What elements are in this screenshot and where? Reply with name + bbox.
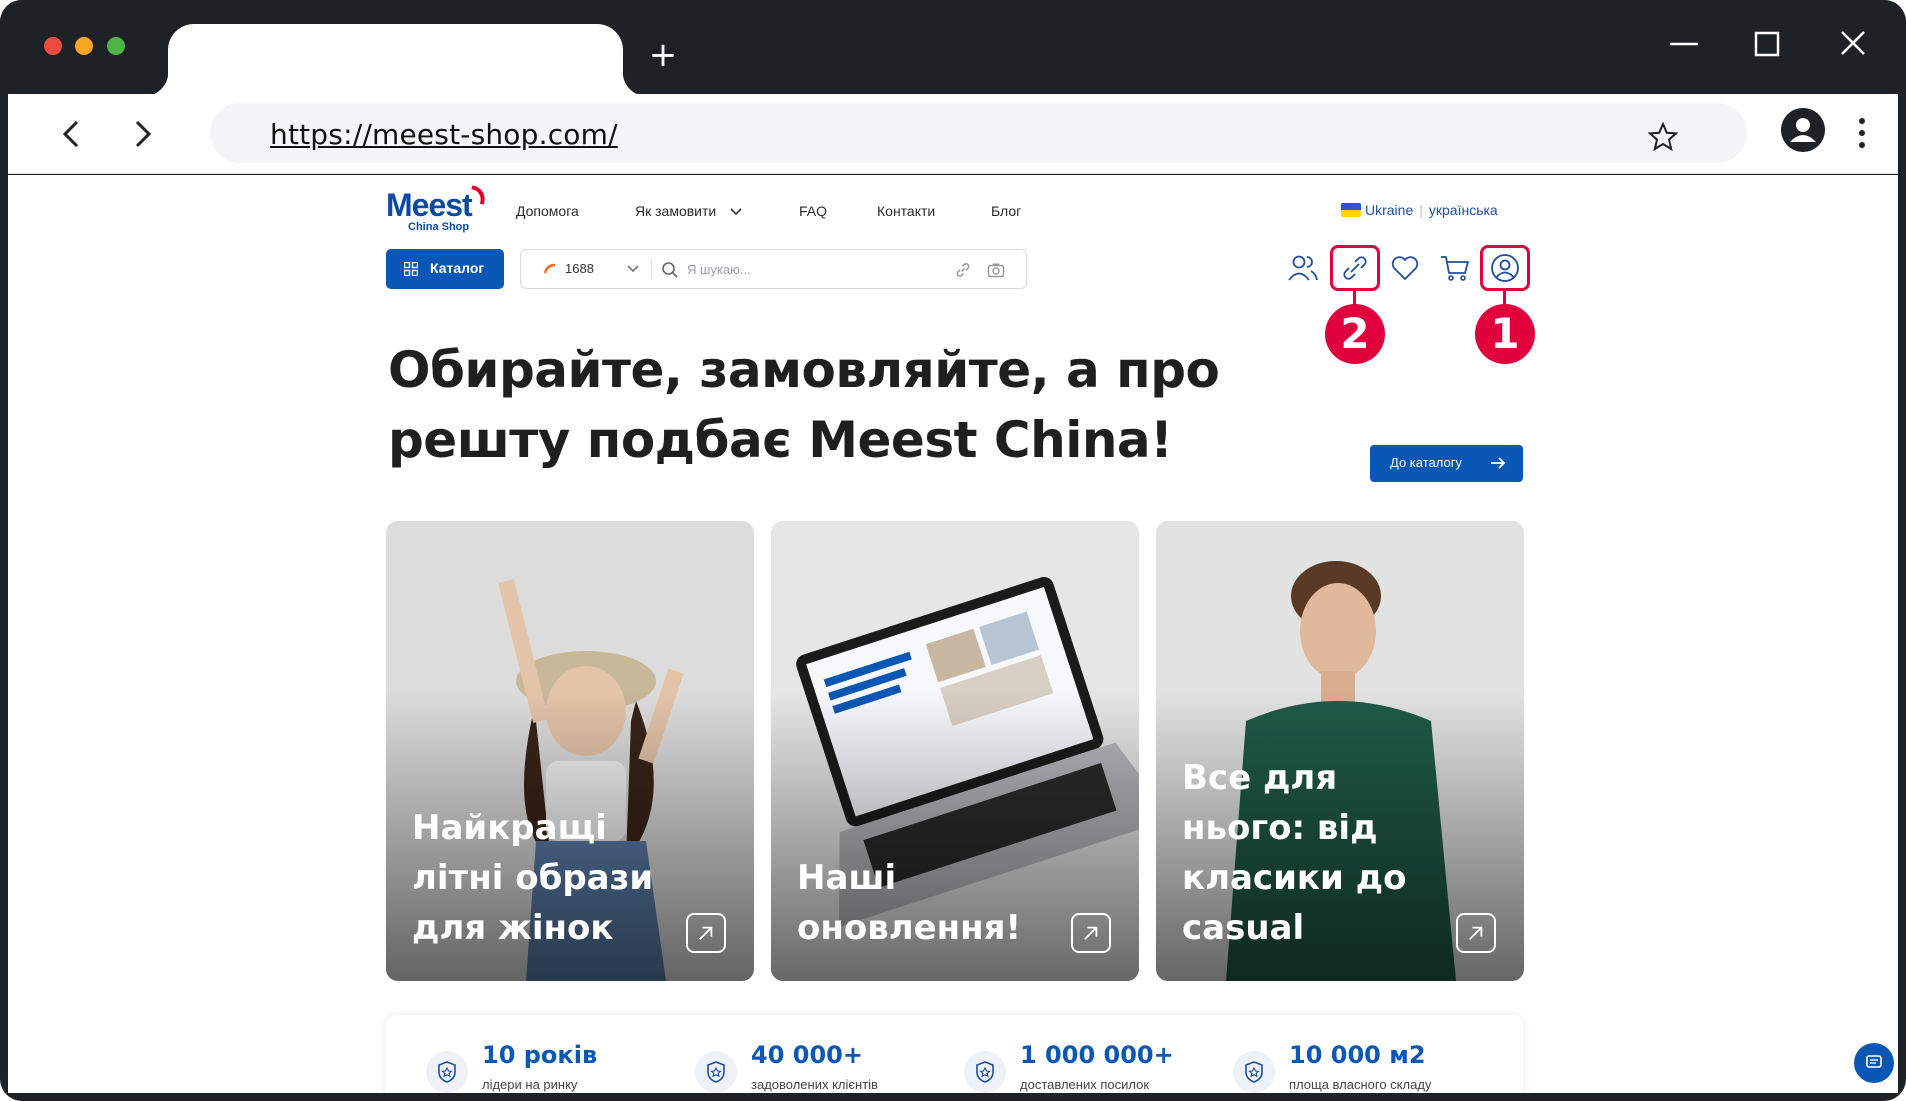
new-tab-button[interactable]: + [648, 38, 678, 72]
stat-label: доставлених посилок [1020, 1077, 1150, 1092]
stats-bar: 10 років лідери на ринку 40 000+ задовол… [386, 1015, 1523, 1093]
stat-parcels: 1 000 000+ доставлених посилок [964, 1041, 1224, 1093]
annotation-badge-1: 1 [1475, 304, 1535, 364]
maximize-window-dot[interactable] [107, 37, 125, 55]
arrow-right-icon [1491, 457, 1506, 469]
stat-clients: 40 000+ задоволених клієнтів [695, 1041, 955, 1093]
card-title: Все для нього: від класики до casual [1182, 758, 1407, 948]
chevron-down-icon[interactable] [627, 265, 639, 273]
nav-how-to-order[interactable]: Як замовити [635, 203, 716, 219]
maximize-icon[interactable] [1746, 26, 1786, 62]
to-catalog-label: До каталогу [1390, 455, 1462, 470]
nav-help[interactable]: Допомога [516, 203, 579, 219]
promo-card-updates[interactable]: Наші оновлення! [771, 521, 1139, 981]
logo-subtitle: China Shop [408, 221, 470, 233]
promo-card-women[interactable]: Найкращі літні образи для жінок [386, 521, 754, 981]
shield-icon [1233, 1051, 1275, 1093]
lang-language: українська [1428, 202, 1498, 218]
language-selector[interactable]: Ukraine | українська [1341, 202, 1498, 218]
stat-value: 1 000 000+ [1020, 1041, 1174, 1069]
stat-label: задоволених клієнтів [751, 1077, 878, 1092]
browser-menu-icon[interactable] [1856, 116, 1868, 150]
search-icon[interactable] [661, 261, 679, 279]
page-viewport: Meest China Shop Допомога Як замовити FA… [8, 175, 1898, 1093]
catalog-button[interactable]: Каталог [386, 249, 504, 289]
nav-faq[interactable]: FAQ [799, 203, 827, 219]
heart-icon[interactable] [1388, 251, 1422, 285]
stat-label: площа власного складу [1289, 1077, 1432, 1092]
highlight-account-icon [1480, 245, 1530, 291]
close-icon[interactable] [1832, 26, 1872, 62]
card-title: Найкращі літні образи для жінок [412, 808, 654, 948]
address-bar[interactable]: https://meest-shop.com/ [210, 103, 1747, 163]
url-text[interactable]: https://meest-shop.com/ [270, 118, 618, 151]
search-divider [651, 258, 652, 280]
hero-title: Обирайте, замовляйте, а про решту подбає… [388, 341, 1220, 469]
annotation-badge-2: 2 [1325, 304, 1385, 364]
bookmark-star-icon[interactable] [1648, 122, 1678, 152]
arrow-up-right-icon[interactable] [686, 913, 726, 953]
nav-contacts[interactable]: Контакти [877, 203, 935, 219]
highlight-link-icon [1330, 245, 1380, 291]
card-title: Наші оновлення! [797, 858, 1022, 948]
catalog-label: Каталог [430, 260, 485, 276]
stat-warehouse: 10 000 м2 площа власного складу [1233, 1041, 1493, 1093]
search-input[interactable] [687, 259, 927, 279]
browser-tab-active[interactable] [144, 24, 647, 96]
link-icon[interactable] [954, 261, 972, 279]
browser-window: + https://meest-shop.com/ Meest China Sh… [0, 0, 1906, 1101]
back-icon[interactable] [52, 114, 92, 154]
browser-toolbar: https://meest-shop.com/ [8, 94, 1898, 174]
shield-icon [426, 1051, 468, 1093]
arrow-up-right-icon[interactable] [1456, 913, 1496, 953]
shield-icon [695, 1051, 737, 1093]
stat-years: 10 років лідери на ринку [426, 1041, 686, 1093]
chat-widget-button[interactable] [1854, 1043, 1894, 1083]
minimize-window-dot[interactable] [75, 37, 93, 55]
lang-separator: | [1419, 202, 1423, 218]
profile-avatar-icon[interactable] [1781, 108, 1825, 152]
camera-icon[interactable] [987, 261, 1005, 279]
stat-label: лідери на ринку [482, 1077, 578, 1092]
shield-icon [964, 1051, 1006, 1093]
lang-country: Ukraine [1365, 202, 1414, 218]
logo-wordmark: Meest [386, 187, 473, 223]
promo-card-men[interactable]: Все для нього: від класики до casual [1156, 521, 1524, 981]
ukraine-flag-icon [1341, 203, 1361, 217]
chevron-down-icon[interactable] [730, 208, 742, 216]
nav-blog[interactable]: Блог [991, 203, 1021, 219]
minimize-icon[interactable] [1664, 26, 1704, 62]
users-icon[interactable] [1286, 251, 1320, 285]
arrow-up-right-icon[interactable] [1071, 913, 1111, 953]
close-window-dot[interactable] [44, 37, 62, 55]
stat-value: 10 000 м2 [1289, 1041, 1426, 1069]
tab-strip: + [0, 0, 1906, 96]
forward-icon[interactable] [122, 114, 162, 154]
chat-icon [1866, 1055, 1882, 1068]
grid-icon [404, 262, 418, 276]
source-select[interactable]: 1688 [565, 261, 594, 276]
stat-value: 40 000+ [751, 1041, 863, 1069]
source-logo-icon [543, 263, 556, 274]
cart-icon[interactable] [1438, 251, 1472, 285]
stat-value: 10 років [482, 1041, 598, 1069]
search-bar: 1688 [520, 249, 1027, 289]
meest-logo[interactable]: Meest China Shop [386, 185, 488, 235]
to-catalog-button[interactable]: До каталогу [1370, 445, 1523, 482]
